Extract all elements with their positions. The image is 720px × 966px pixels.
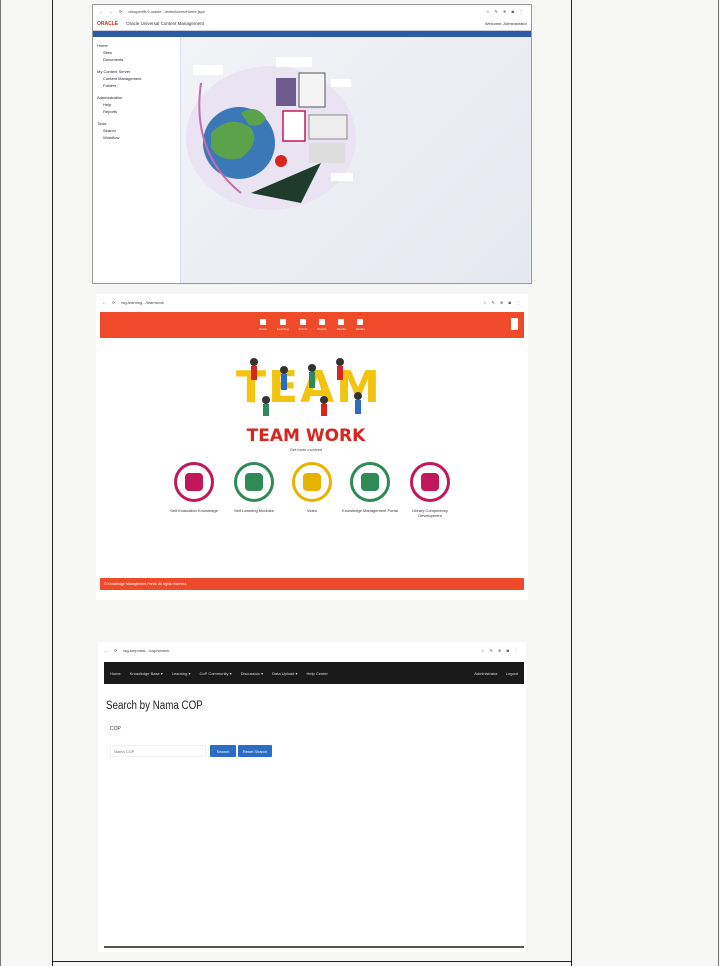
forward-icon[interactable]: → — [109, 9, 113, 14]
back-icon[interactable]: ← — [104, 648, 108, 653]
screenshot-teamwork-portal: ← ⟳ tsg-learning.../teamwork ☆ ✎ ⊕ ◙ ⋮ H… — [96, 294, 528, 600]
module-circle[interactable] — [292, 462, 332, 502]
outer-left-rule — [0, 0, 1, 966]
reload-icon[interactable]: ⟳ — [114, 648, 117, 653]
app-header: ORACLE Oracle Universal Content Manageme… — [93, 17, 531, 31]
navbar-item[interactable]: Home — [110, 671, 121, 676]
module-icon — [421, 473, 439, 491]
browser-extension-icons[interactable]: ☆ ✎ ⊕ ◙ ⋮ — [481, 648, 520, 653]
sidebar-tree-item[interactable]: Administration — [97, 95, 176, 100]
sidebar-tree-item[interactable]: Folders — [97, 83, 176, 88]
screenshot-oracle-ucm: ← → ⟳ drsuperlift-9.oracle.../wms/faces/… — [92, 4, 532, 284]
search-button[interactable]: Search — [210, 745, 236, 757]
navbar-item[interactable]: Knowledge Base ▾ — [130, 671, 163, 676]
screenshot-cop-search: ← ⟳ tsg-kmportal.../cop/search ☆ ✎ ⊕ ◙ ⋮… — [98, 642, 526, 952]
address-bar[interactable]: tsg-kmportal.../cop/search — [123, 648, 474, 653]
cop-field-label: COP — [110, 726, 121, 732]
back-icon[interactable]: ← — [99, 9, 103, 14]
sidebar-tree-item[interactable]: Reports — [97, 109, 176, 114]
navbar-item[interactable]: Data Upload ▾ — [272, 671, 297, 676]
top-navbar: Home Knowledge Base ▾ Learning ▾ CoP Commun… — [104, 662, 524, 684]
module-icon — [361, 473, 379, 491]
content-area — [181, 37, 531, 283]
browser-toolbar: ← → ⟳ drsuperlift-9.oracle.../wms/faces/… — [93, 5, 531, 17]
outer-right-rule — [718, 0, 719, 966]
navbar-item[interactable]: Learning ▾ — [172, 671, 191, 676]
app-title: Oracle Universal Content Management — [126, 21, 204, 26]
sidebar-tree-item[interactable]: Workflow — [97, 135, 176, 140]
navbar-item[interactable]: Help Center — [307, 671, 328, 676]
module-icon — [185, 473, 203, 491]
module-circle[interactable] — [350, 462, 390, 502]
sidebar-tree-item[interactable]: Home — [97, 43, 176, 48]
content-management-illustration — [186, 57, 356, 210]
navbar-item[interactable]: Discussion ▾ — [241, 671, 263, 676]
portal-footer-bar: © Knowledge Management Portal. All right… — [100, 578, 524, 590]
module-label: Self Evaluation Knowledge — [170, 508, 218, 513]
module-label: Video — [306, 508, 318, 513]
sidebar-tree: Home Sites Documents My Content Server Conte… — [93, 37, 181, 283]
sidebar-tree-item[interactable]: My Content Server — [97, 69, 176, 74]
sidebar-tree-item[interactable]: Sites — [97, 50, 176, 55]
sidebar-tree-item[interactable]: Help — [97, 102, 176, 107]
navbar-item[interactable]: CoP Community ▾ — [200, 671, 232, 676]
module-circle[interactable] — [410, 462, 450, 502]
reset-search-button[interactable]: Reset Search — [238, 745, 272, 757]
left-margin-rule — [52, 0, 53, 966]
document-page: ← → ⟳ drsuperlift-9.oracle.../wms/faces/… — [0, 0, 720, 966]
page-heading: Search by Nama COP — [106, 700, 203, 712]
page-bottom-line — [104, 946, 524, 948]
footer-text: © Knowledge Management Portal. All right… — [104, 582, 188, 586]
bottom-rule — [52, 961, 572, 962]
browser-extension-icons[interactable]: ☆ ✎ ⊕ ◙ ⋮ — [486, 9, 525, 14]
browser-toolbar: ← ⟳ tsg-kmportal.../cop/search ☆ ✎ ⊕ ◙ ⋮ — [98, 644, 526, 656]
sidebar-tree-item[interactable]: Tools — [97, 121, 176, 126]
module-label: Library Competency Development — [412, 508, 448, 518]
module-label: Knowledge Management Portal — [342, 508, 398, 513]
oracle-logo: ORACLE — [97, 20, 119, 27]
right-margin-rule — [571, 0, 572, 966]
sidebar-tree-item[interactable]: Search — [97, 128, 176, 133]
module-circles: Self Evaluation Knowledge Self Learning M… — [96, 294, 528, 600]
module-circle[interactable] — [174, 462, 214, 502]
module-icon — [245, 473, 263, 491]
user-link[interactable]: Administrator — [474, 671, 498, 676]
reload-icon[interactable]: ⟳ — [119, 9, 122, 14]
module-circle[interactable] — [234, 462, 274, 502]
address-bar[interactable]: drsuperlift-9.oracle.../wms/faces/Home.j… — [128, 9, 479, 14]
cop-search-input[interactable] — [110, 745, 206, 757]
user-welcome: Welcome, Administrator — [484, 21, 527, 26]
module-label: Self Learning Modules — [234, 508, 274, 513]
logout-link[interactable]: Logout — [506, 671, 518, 676]
module-icon — [303, 473, 321, 491]
sidebar-tree-item[interactable]: Documents — [97, 57, 176, 62]
sidebar-tree-item[interactable]: Content Management — [97, 76, 176, 81]
